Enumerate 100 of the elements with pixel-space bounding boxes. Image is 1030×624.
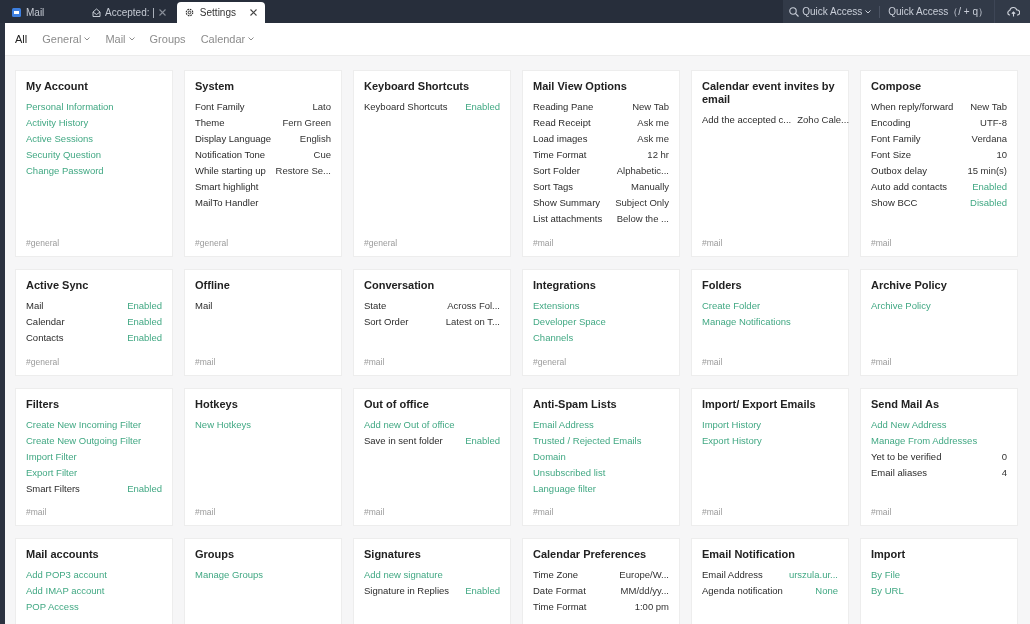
- setting-label: Display Language: [195, 132, 272, 146]
- setting-value: 4: [1001, 466, 1007, 480]
- filter-tab[interactable]: All: [15, 33, 28, 45]
- quick-access-button[interactable]: Quick Access: [789, 6, 872, 17]
- settings-link[interactable]: Manage From Addresses: [871, 433, 1007, 449]
- setting-value: 0: [1001, 450, 1007, 464]
- filter-tab[interactable]: General: [42, 33, 91, 45]
- settings-link[interactable]: Create New Incoming Filter: [26, 417, 162, 433]
- settings-link[interactable]: Manage Groups: [195, 567, 331, 583]
- setting-value[interactable]: Disabled: [970, 195, 1007, 211]
- settings-link[interactable]: Add new signature: [364, 567, 500, 583]
- setting-label: While starting up: [195, 164, 266, 178]
- setting-label: Theme: [195, 116, 225, 130]
- filter-tab[interactable]: Calendar: [200, 33, 255, 45]
- settings-link[interactable]: By File: [871, 567, 1007, 583]
- setting-label: Encoding: [871, 116, 911, 130]
- setting-value: 12 hr: [647, 148, 669, 162]
- settings-link[interactable]: Email Address: [533, 417, 669, 433]
- setting-value: Lato: [312, 100, 331, 114]
- setting-value[interactable]: Enabled: [465, 99, 500, 115]
- category-tag: #general: [533, 357, 669, 367]
- category-tag: #mail: [26, 507, 162, 517]
- settings-link[interactable]: Create Folder: [702, 298, 838, 314]
- card-title: Integrations: [533, 279, 597, 292]
- settings-link[interactable]: Archive Policy: [871, 298, 1007, 314]
- category-tag: #mail: [533, 507, 669, 517]
- settings-link[interactable]: Personal Information: [26, 99, 162, 115]
- card-title: Mail accounts: [26, 548, 100, 561]
- setting-value[interactable]: urszula.ur...: [788, 567, 838, 583]
- settings-link[interactable]: Trusted / Rejected Emails: [533, 433, 669, 449]
- category-tag: #mail: [364, 357, 500, 367]
- browser-tab[interactable]: Mail: [4, 2, 78, 23]
- setting-value[interactable]: Enabled: [972, 179, 1007, 195]
- settings-link[interactable]: Channels: [533, 330, 669, 346]
- settings-link[interactable]: By URL: [871, 583, 1007, 599]
- settings-link[interactable]: Active Sessions: [26, 131, 162, 147]
- settings-link[interactable]: Unsubscribed list: [533, 465, 669, 481]
- settings-link[interactable]: Security Question: [26, 147, 162, 163]
- card-title: My Account: [26, 80, 89, 93]
- settings-link[interactable]: Developer Space: [533, 314, 669, 330]
- settings-link[interactable]: Export History: [702, 433, 838, 449]
- settings-link[interactable]: Import History: [702, 417, 838, 433]
- settings-link[interactable]: Change Password: [26, 163, 162, 179]
- card-title: Calendar event invites by email: [702, 80, 836, 106]
- card-title: Mail View Options: [533, 80, 628, 93]
- settings-link[interactable]: Language filter: [533, 481, 669, 497]
- settings-link[interactable]: Add POP3 account: [26, 567, 162, 583]
- caret-icon: [865, 9, 872, 14]
- setting-value: 1:00 pm: [634, 600, 669, 614]
- category-tag: #mail: [364, 507, 500, 517]
- category-tag: #mail: [871, 507, 1007, 517]
- settings-link[interactable]: Export Filter: [26, 465, 162, 481]
- setting-label: Sort Order: [364, 315, 409, 329]
- card-title: Signatures: [364, 548, 422, 561]
- settings-link[interactable]: Add new Out of office: [364, 417, 500, 433]
- setting-label: Agenda notification: [702, 584, 783, 598]
- category-tag: #mail: [702, 357, 838, 367]
- setting-value[interactable]: Enabled: [127, 298, 162, 314]
- setting-value[interactable]: Enabled: [127, 481, 162, 497]
- card-title: System: [195, 80, 236, 93]
- settings-link[interactable]: Create New Outgoing Filter: [26, 433, 162, 449]
- settings-link[interactable]: POP Access: [26, 599, 162, 615]
- setting-value[interactable]: None: [815, 583, 838, 599]
- filter-tab[interactable]: Mail: [105, 33, 135, 45]
- setting-label: Time Format: [533, 148, 587, 162]
- setting-label: Yet to be verified: [871, 450, 942, 464]
- category-tag: #mail: [702, 507, 838, 517]
- browser-tab[interactable]: Settings: [176, 2, 265, 23]
- settings-link[interactable]: Domain: [533, 449, 669, 465]
- setting-value[interactable]: Enabled: [465, 583, 500, 599]
- card-title: Groups: [195, 548, 236, 561]
- settings-link[interactable]: New Hotkeys: [195, 417, 331, 433]
- setting-label: Outbox delay: [871, 164, 927, 178]
- setting-label: Mail: [26, 299, 44, 313]
- setting-label: Read Receipt: [533, 116, 591, 130]
- settings-link[interactable]: Add New Address: [871, 417, 1007, 433]
- setting-value[interactable]: Enabled: [127, 314, 162, 330]
- card-title: Active Sync: [26, 279, 90, 292]
- setting-value: Zoho Cale...: [797, 113, 849, 127]
- setting-value: English: [299, 132, 331, 146]
- settings-link[interactable]: Activity History: [26, 115, 162, 131]
- category-tag: #mail: [195, 507, 331, 517]
- settings-link[interactable]: Import Filter: [26, 449, 162, 465]
- browser-tab[interactable]: Accepted: |: [84, 2, 174, 23]
- filter-tab[interactable]: Groups: [149, 33, 186, 45]
- category-tag: #general: [26, 357, 162, 367]
- setting-label: Notification Tone: [195, 148, 266, 162]
- card-title: Folders: [702, 279, 743, 292]
- setting-label: When reply/forward: [871, 100, 954, 114]
- setting-value[interactable]: Enabled: [127, 330, 162, 346]
- setting-label: Smart Filters: [26, 482, 80, 496]
- setting-label: Time Format: [533, 600, 587, 614]
- settings-link[interactable]: Add IMAP account: [26, 583, 162, 599]
- setting-value: Ask me: [637, 132, 669, 146]
- category-tag: #mail: [702, 238, 838, 248]
- setting-label: Time Zone: [533, 568, 579, 582]
- setting-value[interactable]: Enabled: [465, 433, 500, 449]
- card-title: Import: [871, 548, 907, 561]
- settings-link[interactable]: Manage Notifications: [702, 314, 838, 330]
- settings-link[interactable]: Extensions: [533, 298, 669, 314]
